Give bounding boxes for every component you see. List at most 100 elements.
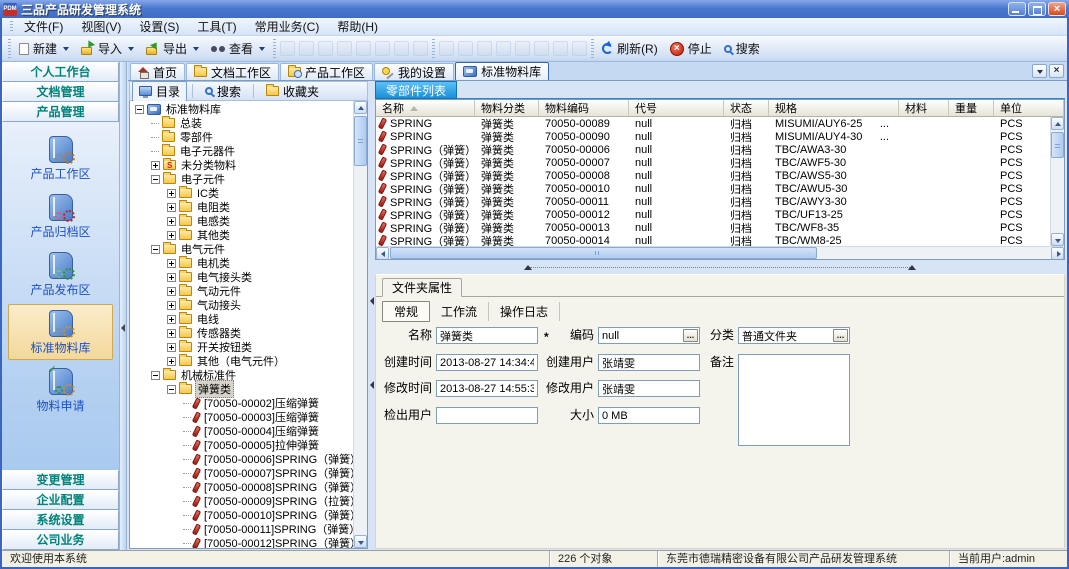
- tree-item[interactable]: [70050-00011]SPRING（弹簧）: [130, 522, 353, 536]
- modified-user-field[interactable]: [598, 380, 700, 397]
- tree-toolbar-目录-button[interactable]: 目录: [132, 81, 187, 102]
- column-header-材料[interactable]: 材料: [899, 100, 949, 116]
- tree-item[interactable]: [70050-00002]压缩弹簧: [130, 396, 353, 410]
- column-header-状态[interactable]: 状态: [724, 100, 769, 116]
- tree-item[interactable]: 电子元器件: [130, 144, 353, 158]
- tree-expand-icon[interactable]: [151, 161, 160, 170]
- column-header-名称[interactable]: 名称: [376, 100, 475, 116]
- tree-item[interactable]: 电阻类: [130, 200, 353, 214]
- sidebar-item-产品归档区[interactable]: 产品归档区: [8, 188, 113, 244]
- tab-产品工作区[interactable]: 产品工作区: [280, 63, 373, 80]
- tab-list-dropdown-button[interactable]: [1032, 64, 1047, 78]
- tree-expand-icon[interactable]: [167, 259, 176, 268]
- menu-item[interactable]: 设置(S): [130, 18, 188, 36]
- tree-item[interactable]: 未分类物料: [130, 158, 353, 172]
- checkout-user-field[interactable]: [436, 407, 538, 424]
- tree-collapse-icon[interactable]: [135, 105, 144, 114]
- tree-item[interactable]: [70050-00006]SPRING（弹簧）: [130, 452, 353, 466]
- tree-expand-icon[interactable]: [167, 315, 176, 324]
- tab-标准物料库[interactable]: 标准物料库: [455, 62, 549, 80]
- tree-item[interactable]: 其他类: [130, 228, 353, 242]
- menu-item[interactable]: 视图(V): [72, 18, 130, 36]
- tree-item[interactable]: 总装: [130, 116, 353, 130]
- tree-item[interactable]: 标准物料库: [130, 102, 353, 116]
- scroll-up-icon[interactable]: [354, 101, 367, 114]
- search-button[interactable]: 搜索: [718, 38, 766, 59]
- tab-close-button[interactable]: [1049, 64, 1064, 78]
- scroll-up-icon[interactable]: [1051, 117, 1064, 130]
- view-button[interactable]: 查看: [205, 38, 271, 59]
- tree-expand-icon[interactable]: [167, 273, 176, 282]
- tree-item[interactable]: [70050-00005]拉伸弹簧: [130, 438, 353, 452]
- tree-collapse-icon[interactable]: [167, 385, 176, 394]
- column-header-规格[interactable]: 规格: [769, 100, 899, 116]
- subtab-操作日志[interactable]: 操作日志: [489, 302, 560, 321]
- sidebar-splitter[interactable]: [120, 62, 127, 550]
- created-time-field[interactable]: [436, 354, 538, 371]
- tree-item[interactable]: [70050-00008]SPRING（弹簧）: [130, 480, 353, 494]
- column-header-物料分类[interactable]: 物料分类: [475, 100, 539, 116]
- column-header-代号[interactable]: 代号: [629, 100, 724, 116]
- tree-item[interactable]: [70050-00003]压缩弹簧: [130, 410, 353, 424]
- tree-item[interactable]: 弹簧类: [130, 382, 353, 396]
- scroll-down-icon[interactable]: [1051, 233, 1064, 246]
- name-field[interactable]: [436, 327, 538, 344]
- tree-item[interactable]: 电线: [130, 312, 353, 326]
- tree-item[interactable]: 其他（电气元件）: [130, 354, 353, 368]
- table-hscroll-thumb[interactable]: [390, 247, 817, 259]
- tree-expand-icon[interactable]: [167, 329, 176, 338]
- table-scroll-thumb[interactable]: [1051, 132, 1064, 158]
- sidebar-section-header[interactable]: 产品管理: [2, 102, 119, 122]
- tree-item[interactable]: 电子元件: [130, 172, 353, 186]
- tree-item[interactable]: 电气元件: [130, 242, 353, 256]
- scroll-right-icon[interactable]: [1051, 247, 1064, 260]
- tree-expand-icon[interactable]: [167, 343, 176, 352]
- panel-splitter[interactable]: [375, 263, 1065, 274]
- size-field[interactable]: [598, 407, 700, 424]
- restore-button[interactable]: [1028, 2, 1046, 16]
- sidebar-section-header[interactable]: 系统设置: [2, 510, 119, 530]
- export-button[interactable]: 导出: [140, 38, 205, 59]
- subtab-工作流[interactable]: 工作流: [430, 302, 489, 321]
- tree-item[interactable]: IC类: [130, 186, 353, 200]
- tree-item[interactable]: 电气接头类: [130, 270, 353, 284]
- tree-expand-icon[interactable]: [167, 217, 176, 226]
- scroll-left-icon[interactable]: [376, 247, 389, 260]
- tree-expand-icon[interactable]: [167, 189, 176, 198]
- minimize-button[interactable]: [1008, 2, 1026, 16]
- tab-parts-list[interactable]: 零部件列表: [375, 81, 457, 99]
- tree-item[interactable]: 电感类: [130, 214, 353, 228]
- tree-collapse-icon[interactable]: [151, 245, 160, 254]
- tree-item[interactable]: [70050-00007]SPRING（弹簧）: [130, 466, 353, 480]
- tree-collapse-icon[interactable]: [151, 371, 160, 380]
- tree-item[interactable]: 零部件: [130, 130, 353, 144]
- sidebar-item-产品工作区[interactable]: 产品工作区: [8, 130, 113, 186]
- sidebar-section-header[interactable]: 公司业务: [2, 530, 119, 550]
- tree-item[interactable]: 开关按钮类: [130, 340, 353, 354]
- menu-item[interactable]: 文件(F): [15, 18, 72, 36]
- sidebar-section-header[interactable]: 文档管理: [2, 82, 119, 102]
- new-document-button[interactable]: 新建: [13, 38, 75, 59]
- tree-toolbar-收藏夹-button[interactable]: 收藏夹: [259, 81, 326, 102]
- sidebar-item-产品发布区[interactable]: 产品发布区: [8, 246, 113, 302]
- column-header-物料编码[interactable]: 物料编码: [539, 100, 629, 116]
- category-more-button[interactable]: ...: [833, 329, 848, 342]
- tree-item[interactable]: 机械标准件: [130, 368, 353, 382]
- tab-文档工作区[interactable]: 文档工作区: [186, 63, 279, 80]
- sidebar-section-header[interactable]: 变更管理: [2, 470, 119, 490]
- tree-expand-icon[interactable]: [167, 203, 176, 212]
- tree-item[interactable]: [70050-00010]SPRING（弹簧）: [130, 508, 353, 522]
- tree-expand-icon[interactable]: [167, 287, 176, 296]
- close-button[interactable]: [1048, 2, 1066, 16]
- tab-folder-properties[interactable]: 文件夹属性: [382, 278, 462, 297]
- tree-item[interactable]: 传感器类: [130, 326, 353, 340]
- scroll-down-icon[interactable]: [354, 535, 367, 548]
- tab-我的设置[interactable]: 我的设置: [374, 63, 454, 80]
- tab-首页[interactable]: 首页: [130, 63, 185, 80]
- sidebar-item-标准物料库[interactable]: 标准物料库: [8, 304, 113, 360]
- sidebar-section-header[interactable]: 企业配置: [2, 490, 119, 510]
- menu-item[interactable]: 常用业务(C): [246, 18, 329, 36]
- tree-item[interactable]: [70050-00012]SPRING（弹簧）: [130, 536, 353, 548]
- tree-expand-icon[interactable]: [167, 231, 176, 240]
- import-button[interactable]: 导入: [75, 38, 140, 59]
